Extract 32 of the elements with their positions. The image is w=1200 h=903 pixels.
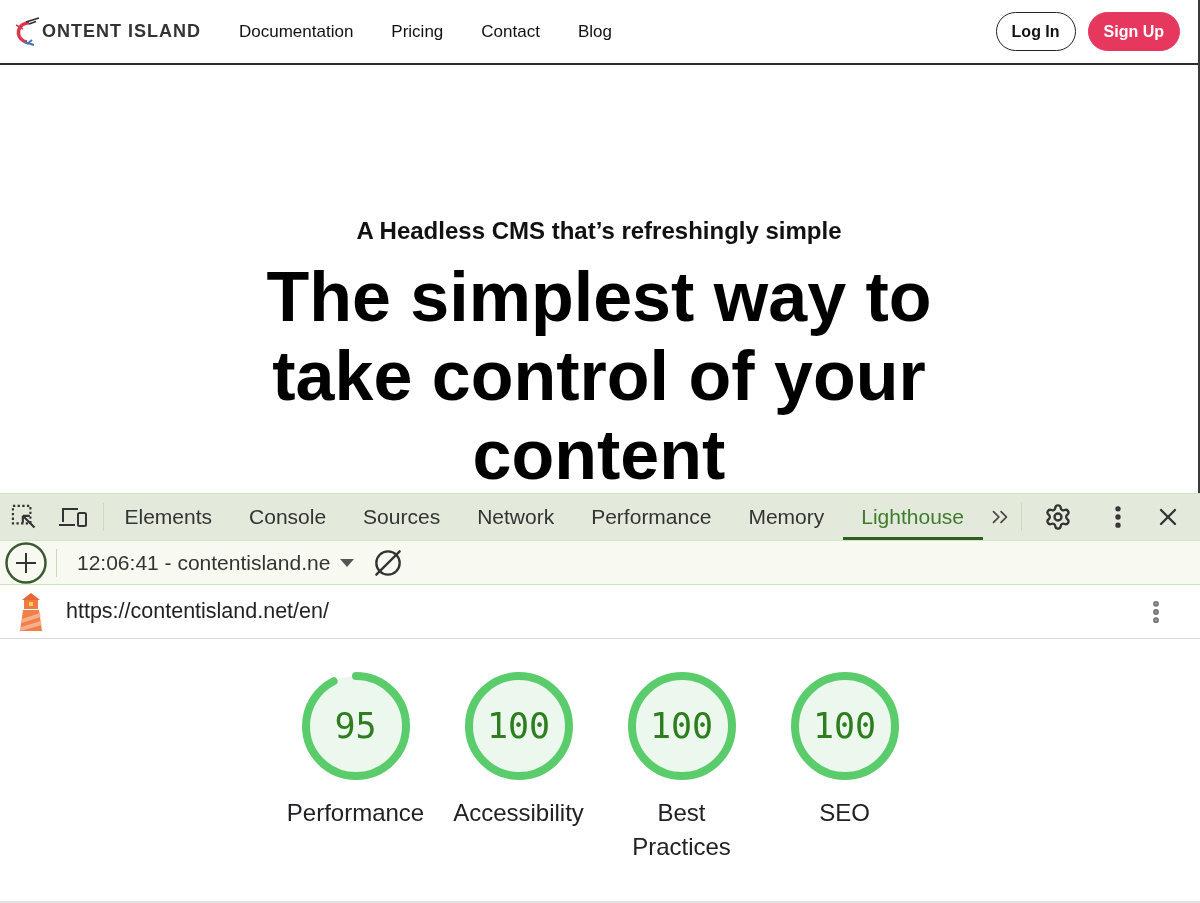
circle-slash-icon[interactable] xyxy=(374,548,403,577)
nav-link[interactable]: Documentation xyxy=(239,21,354,42)
score-label: Performance xyxy=(286,798,425,828)
report-dropdown[interactable]: 12:06:41 - contentisland.ne xyxy=(77,550,355,575)
inspect-icon[interactable] xyxy=(10,503,38,531)
score-value: 100 xyxy=(649,706,714,746)
login-button[interactable]: Log In xyxy=(995,12,1076,51)
report-url: https://contentisland.net/en/ xyxy=(66,599,329,624)
settings-icon[interactable] xyxy=(1044,503,1072,531)
devtools-tab[interactable]: Network xyxy=(458,494,573,540)
devtools-tab[interactable]: Sources xyxy=(344,494,459,540)
devtools-tab[interactable]: Performance xyxy=(572,494,730,540)
score-label: SEO xyxy=(819,798,870,828)
logo-text: ONTENT ISLAND xyxy=(42,21,201,42)
nav-link[interactable]: Pricing xyxy=(391,21,444,42)
score-label: Best Practices xyxy=(632,798,731,862)
devtools-tab[interactable]: Console xyxy=(230,494,345,540)
hero-tagline: A Headless CMS that’s refreshingly simple xyxy=(356,216,842,246)
signup-button[interactable]: Sign Up xyxy=(1087,12,1180,51)
nav-link[interactable]: Blog xyxy=(577,21,612,42)
logo-icon xyxy=(15,16,41,47)
plus-circle-icon[interactable] xyxy=(5,541,47,584)
caret-icon xyxy=(340,558,355,567)
devtools-tab[interactable]: Elements xyxy=(106,494,231,540)
devtools-tab[interactable]: Memory xyxy=(729,494,843,540)
nav-link[interactable]: Contact xyxy=(481,21,540,42)
score-value: 100 xyxy=(486,706,551,746)
score-label: Accessibility xyxy=(453,798,584,828)
hero-headline: The simplest way to take control of your content xyxy=(265,258,933,493)
score-value: 95 xyxy=(334,706,377,746)
score-value: 100 xyxy=(812,706,877,746)
lighthouse-icon xyxy=(17,591,45,632)
